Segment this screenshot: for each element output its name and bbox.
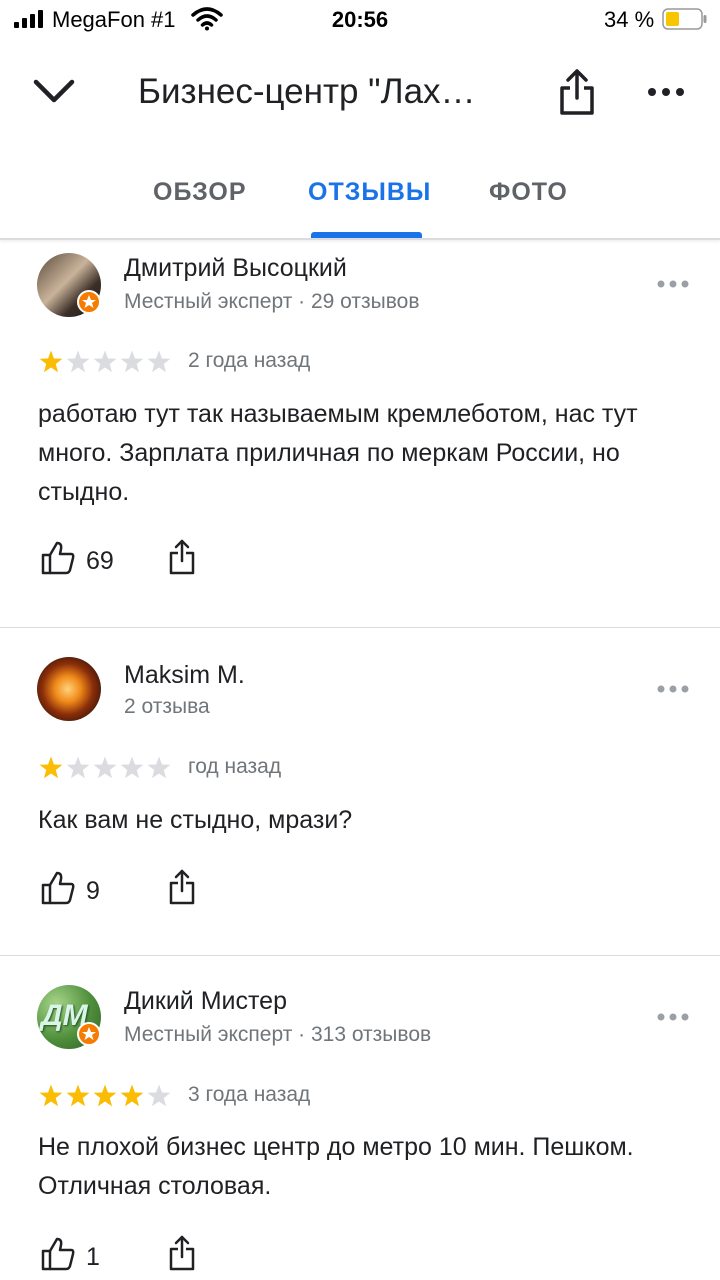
tab-reviews[interactable]: ОТЗЫВЫ <box>308 178 431 207</box>
tab-overview[interactable]: ОБЗОР <box>153 178 247 207</box>
review-author-meta: Местный эксперт · 29 отзывов <box>124 290 420 313</box>
review-text: работаю тут так называемым кремлеботом, … <box>38 400 638 506</box>
share-icon[interactable] <box>168 868 196 906</box>
page-title: Бизнес-центр "Лах… <box>138 72 476 111</box>
review-author[interactable]: Дикий Мистер <box>124 987 287 1016</box>
star-filled-icon <box>120 1084 144 1107</box>
star-empty-icon <box>147 756 171 779</box>
battery-icon <box>662 8 707 30</box>
app-header: Бизнес-центр "Лах… <box>0 40 720 150</box>
star-empty-icon <box>120 756 144 779</box>
star-empty-icon <box>66 350 90 373</box>
star-filled-icon <box>39 756 63 779</box>
tab-photos[interactable]: ФОТО <box>489 178 568 207</box>
local-expert-badge <box>77 1022 101 1046</box>
star-filled-icon <box>66 1084 90 1107</box>
star-empty-icon <box>93 756 117 779</box>
thumbs-up-icon[interactable] <box>40 1236 76 1272</box>
local-expert-badge <box>77 290 101 314</box>
review-more-icon[interactable] <box>656 1011 690 1023</box>
star-empty-icon <box>147 350 171 373</box>
review-card: Дмитрий Высоцкий Местный эксперт · 29 от… <box>0 240 720 627</box>
star-filled-icon <box>39 350 63 373</box>
share-icon[interactable] <box>168 1234 196 1272</box>
review-date: 3 года назад <box>188 1083 311 1106</box>
like-count: 69 <box>86 547 114 575</box>
avatar[interactable] <box>37 657 101 721</box>
share-icon[interactable] <box>556 68 598 116</box>
thumbs-up-icon[interactable] <box>40 540 76 576</box>
review-author-meta: 2 отзыва <box>124 695 210 718</box>
review-author[interactable]: Maksim M. <box>124 661 245 690</box>
review-text: Не плохой бизнес центр до метро 10 мин. … <box>38 1133 634 1200</box>
star-empty-icon <box>147 1084 171 1107</box>
status-bar: MegaFon #1 20:56 34 % <box>0 0 720 40</box>
star-rating <box>39 350 171 373</box>
review-text: Как вам не стыдно, мрази? <box>38 806 353 834</box>
like-count: 9 <box>86 877 100 905</box>
star-empty-icon <box>93 350 117 373</box>
review-card: Maksim M. 2 отзыва год назад Как вам не … <box>0 628 720 955</box>
share-icon[interactable] <box>168 538 196 576</box>
star-filled-icon <box>39 1084 63 1107</box>
review-author-meta: Местный эксперт · 313 отзывов <box>124 1023 432 1046</box>
star-rating <box>39 756 171 779</box>
review-more-icon[interactable] <box>656 278 690 290</box>
battery-percent: 34 % <box>604 7 655 32</box>
star-empty-icon <box>66 756 90 779</box>
active-tab-indicator <box>311 232 422 238</box>
like-count: 1 <box>86 1243 100 1271</box>
more-options-icon[interactable] <box>646 80 686 104</box>
star-empty-icon <box>120 350 144 373</box>
star-filled-icon <box>93 1084 117 1107</box>
thumbs-up-icon[interactable] <box>40 870 76 906</box>
chevron-down-icon[interactable] <box>30 74 78 110</box>
star-rating <box>39 1084 171 1107</box>
review-date: год назад <box>188 755 282 778</box>
review-date: 2 года назад <box>188 349 311 372</box>
review-more-icon[interactable] <box>656 683 690 695</box>
review-card: ДМ Дикий Мистер Местный эксперт · 313 от… <box>0 956 720 1280</box>
review-author[interactable]: Дмитрий Высоцкий <box>124 254 347 283</box>
tab-bar: ОБЗОР ОТЗЫВЫ ФОТО <box>0 150 720 240</box>
